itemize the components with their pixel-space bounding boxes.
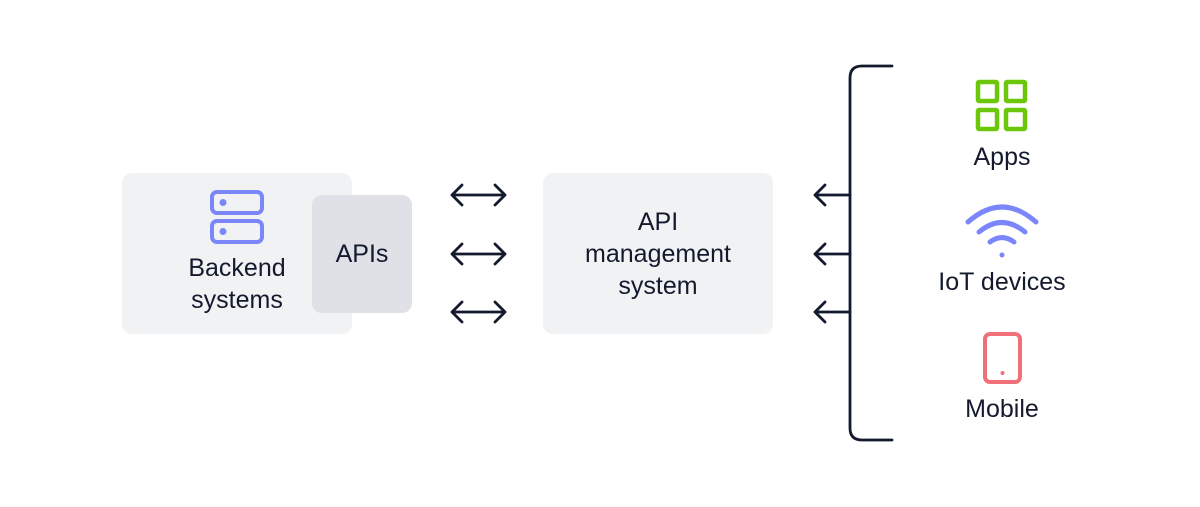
api-management-label: API management system <box>543 206 773 302</box>
left-arrow-icon <box>813 242 852 266</box>
left-arrow-icon <box>813 183 852 207</box>
backend-label-line2: systems <box>191 286 283 314</box>
bidirectional-arrow-icon <box>450 242 507 266</box>
apps-label: Apps <box>973 143 1031 171</box>
iot-devices-label: IoT devices <box>938 268 1066 296</box>
apis-label: APIs <box>335 240 389 268</box>
backend-label-line1: Backend <box>188 254 286 282</box>
mobile-phone-icon <box>983 332 1022 384</box>
server-icon <box>210 190 264 244</box>
bidirectional-arrow-icon <box>450 300 507 324</box>
wifi-icon <box>965 204 1039 258</box>
apps-grid-icon <box>975 79 1028 132</box>
backend-systems-label: Backend systems <box>142 252 332 316</box>
left-arrow-icon <box>813 300 852 324</box>
api-mgmt-line1: API <box>637 208 679 236</box>
api-mgmt-line3: system <box>618 272 698 300</box>
bracket <box>848 64 894 442</box>
mobile-label: Mobile <box>965 395 1039 423</box>
api-mgmt-line2: management <box>585 240 731 268</box>
bidirectional-arrow-icon <box>450 183 507 207</box>
